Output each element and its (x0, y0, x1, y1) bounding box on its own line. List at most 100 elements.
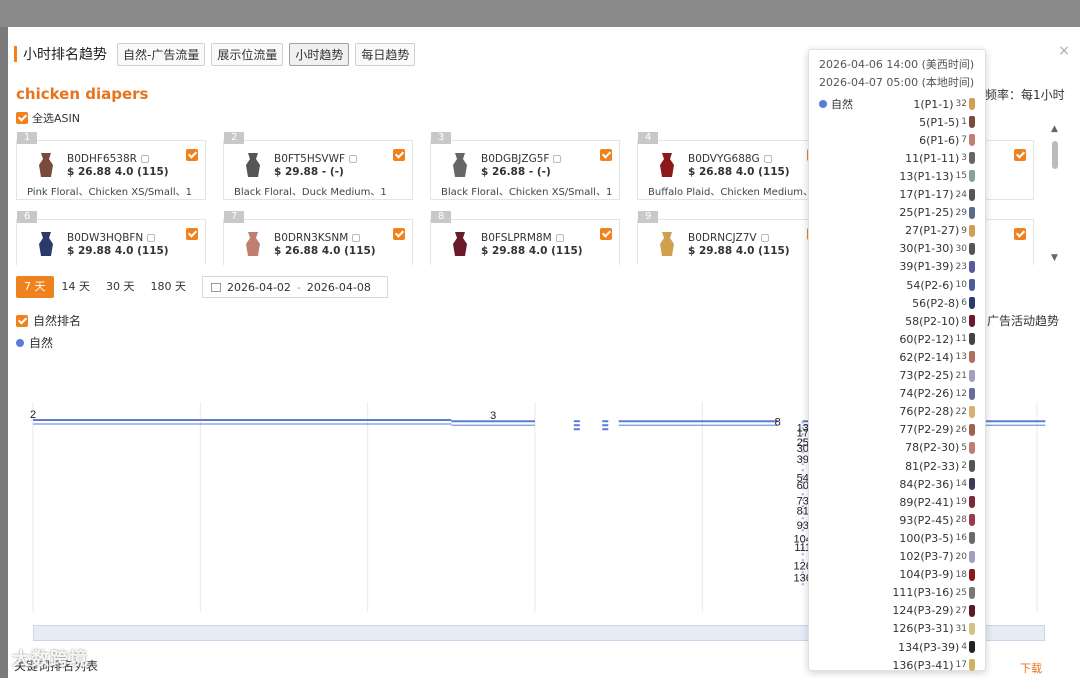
chart-legend[interactable]: 自然 (16, 334, 53, 351)
select-all-checkbox[interactable] (16, 112, 28, 124)
modal-title: 小时排名趋势 (23, 47, 107, 63)
asin-card[interactable]: 6 B0DW3HQBFN$ 29.88 4.0 (115) Stars USA、Du… (16, 211, 206, 265)
copy-icon[interactable] (763, 155, 772, 163)
tooltip-row-index: 7 (961, 135, 967, 146)
asin-card[interactable]: 3 B0DGBJZG5F $ 26.88 - (-) Black Floral、Chi… (430, 132, 620, 200)
tab-hourly-trend[interactable]: 小时趋势 (289, 42, 350, 66)
product-thumbnail-icon (27, 230, 65, 258)
card-asin[interactable]: B0DRNCJZ7V (688, 232, 769, 244)
asin-card[interactable]: 4 B0DVYG688G $ 26.88 4.0 (115) Buffalo Plai… (637, 132, 827, 200)
product-thumbnail-icon (969, 441, 975, 454)
card-asin[interactable]: B0DW3HQBFN (67, 232, 156, 244)
scroll-down-arrow[interactable]: ▼ (1051, 253, 1058, 263)
card-rank-number: 8 (431, 211, 452, 223)
select-all-asin[interactable]: 全选ASIN (16, 110, 80, 126)
card-asin[interactable]: B0DRN3KSNM (274, 232, 361, 244)
asin-card[interactable]: 9 B0DRNCJZ7V$ 29.88 4.0 (115) Pink Floral、… (637, 211, 827, 265)
tooltip-row-index: 26 (955, 424, 967, 435)
product-thumbnail-icon (969, 188, 975, 201)
copy-icon[interactable] (553, 155, 562, 163)
tooltip-row-index: 23 (955, 261, 967, 272)
copy-icon[interactable] (147, 234, 156, 242)
card-checkbox[interactable] (600, 149, 612, 161)
copy-icon[interactable] (760, 234, 769, 242)
tooltip-series: 自然 (819, 96, 853, 112)
tooltip-row-index: 13 (955, 352, 967, 363)
scroll-up-arrow[interactable]: ▲ (1051, 124, 1058, 134)
card-price: $ 29.88 4.0 (115) (67, 245, 169, 257)
card-price: $ 26.88 4.0 (115) (688, 166, 790, 178)
tooltip-row-position: 84(P2-36) (899, 477, 954, 491)
download-button[interactable]: 下载 (1020, 660, 1042, 676)
asin-card[interactable]: 7 B0DRN3KSNM$ 26.88 4.0 (115) Pink Floral、… (223, 211, 413, 265)
tooltip-row: 1(P1-1) 32 (913, 96, 975, 112)
card-checkbox[interactable] (186, 149, 198, 161)
tab-organic-ad-traffic[interactable]: 自然-广告流量 (117, 42, 206, 66)
copy-icon[interactable] (349, 155, 357, 163)
tooltip-row-index: 22 (955, 406, 967, 417)
select-all-label: 全选ASIN (32, 112, 80, 125)
date-range-picker[interactable]: 2026-04-02 - 2026-04-08 (202, 276, 388, 298)
card-asin-text: B0DRNCJZ7V (688, 232, 757, 244)
card-checkbox[interactable] (393, 149, 405, 161)
product-thumbnail-icon (648, 230, 686, 258)
copy-icon[interactable] (140, 155, 149, 163)
product-thumbnail-icon (969, 532, 975, 545)
natural-rank-checkbox[interactable] (16, 314, 28, 327)
product-thumbnail-icon (969, 460, 975, 472)
tooltip-row: 124(P3-29) 27 (892, 603, 975, 619)
asin-card[interactable]: 1 B0DHF6538R $ 26.88 4.0 (115) Pink Floral、… (16, 132, 206, 200)
tab-daily-trend[interactable]: 每日趋势 (355, 42, 416, 66)
card-checkbox[interactable] (600, 228, 612, 240)
product-thumbnail-icon (969, 351, 975, 364)
tab-placement-traffic[interactable]: 展示位流量 (211, 42, 284, 66)
modal-header: 小时排名趋势 自然-广告流量 展示位流量 小时趋势 每日趋势 (14, 41, 421, 67)
card-checkbox[interactable] (393, 228, 405, 240)
tooltip-row-index: 11 (955, 334, 967, 345)
tooltip-row-index: 19 (955, 497, 967, 508)
product-thumbnail-icon (969, 224, 975, 237)
card-price: $ 26.88 4.0 (115) (274, 245, 376, 257)
ad-trend-label[interactable]: 广告活动趋势 (987, 312, 1059, 329)
copy-icon[interactable] (555, 234, 564, 242)
card-asin[interactable]: B0DHF6538R (67, 153, 149, 165)
card-scrollbar-thumb[interactable] (1052, 141, 1058, 169)
card-asin[interactable]: B0DGBJZG5F (481, 153, 562, 165)
product-thumbnail-icon (969, 152, 975, 165)
tooltip-row-position: 124(P3-29) (892, 604, 954, 618)
natural-rank-toggle[interactable]: 自然排名 (16, 312, 81, 329)
card-asin-text: B0DGBJZG5F (481, 153, 550, 165)
card-asin-text: B0DRN3KSNM (274, 232, 349, 244)
card-checkbox[interactable] (1014, 228, 1026, 240)
close-icon[interactable]: × (1058, 43, 1070, 59)
range-30d[interactable]: 30 天 (98, 276, 143, 298)
card-asin[interactable]: B0FT5HSVWF (274, 153, 357, 165)
card-asin[interactable]: B0DVYG688G (688, 153, 772, 165)
tooltip-row: 58(P2-10) 8 (905, 313, 975, 329)
tooltip-row: 60(P2-12) 11 (899, 331, 975, 347)
card-checkbox[interactable] (186, 228, 198, 240)
copy-icon[interactable] (352, 234, 361, 242)
tooltip-row-position: 39(P1-39) (899, 260, 954, 274)
product-thumbnail-icon (969, 586, 975, 599)
range-14d[interactable]: 14 天 (54, 276, 99, 298)
card-checkbox[interactable] (1014, 149, 1026, 161)
product-thumbnail-icon (969, 297, 975, 310)
data-label: 8 (775, 416, 781, 428)
card-variant: Pink Floral、Duck XS/Small、1 (648, 262, 799, 265)
tooltip-row-position: 25(P1-25) (899, 206, 954, 220)
asin-card[interactable]: 8 B0FSLPRM8M$ 29.88 4.0 (115) Buffalo Plai… (430, 211, 620, 265)
tooltip-row: 30(P1-30) 30 (899, 241, 975, 257)
asin-card[interactable]: 2 B0FT5HSVWF $ 29.88 - (-) Black Floral、Duc… (223, 132, 413, 200)
tooltip-row-index: 10 (955, 280, 967, 290)
frequency-label: 频率：每1小时 (985, 88, 1065, 102)
watermark-logo: 大数跨境 (12, 649, 88, 670)
tooltip-row: 77(P2-29) 26 (899, 422, 975, 438)
card-rank-number: 6 (17, 211, 38, 223)
card-asin[interactable]: B0FSLPRM8M (481, 232, 564, 244)
range-180d[interactable]: 180 天 (143, 276, 195, 298)
tooltip-row: 56(P2-8) 6 (912, 295, 975, 311)
tooltip-row-position: 93(P2-45) (899, 513, 954, 527)
product-thumbnail-icon (234, 230, 272, 258)
range-7d[interactable]: 7 天 (16, 276, 54, 298)
